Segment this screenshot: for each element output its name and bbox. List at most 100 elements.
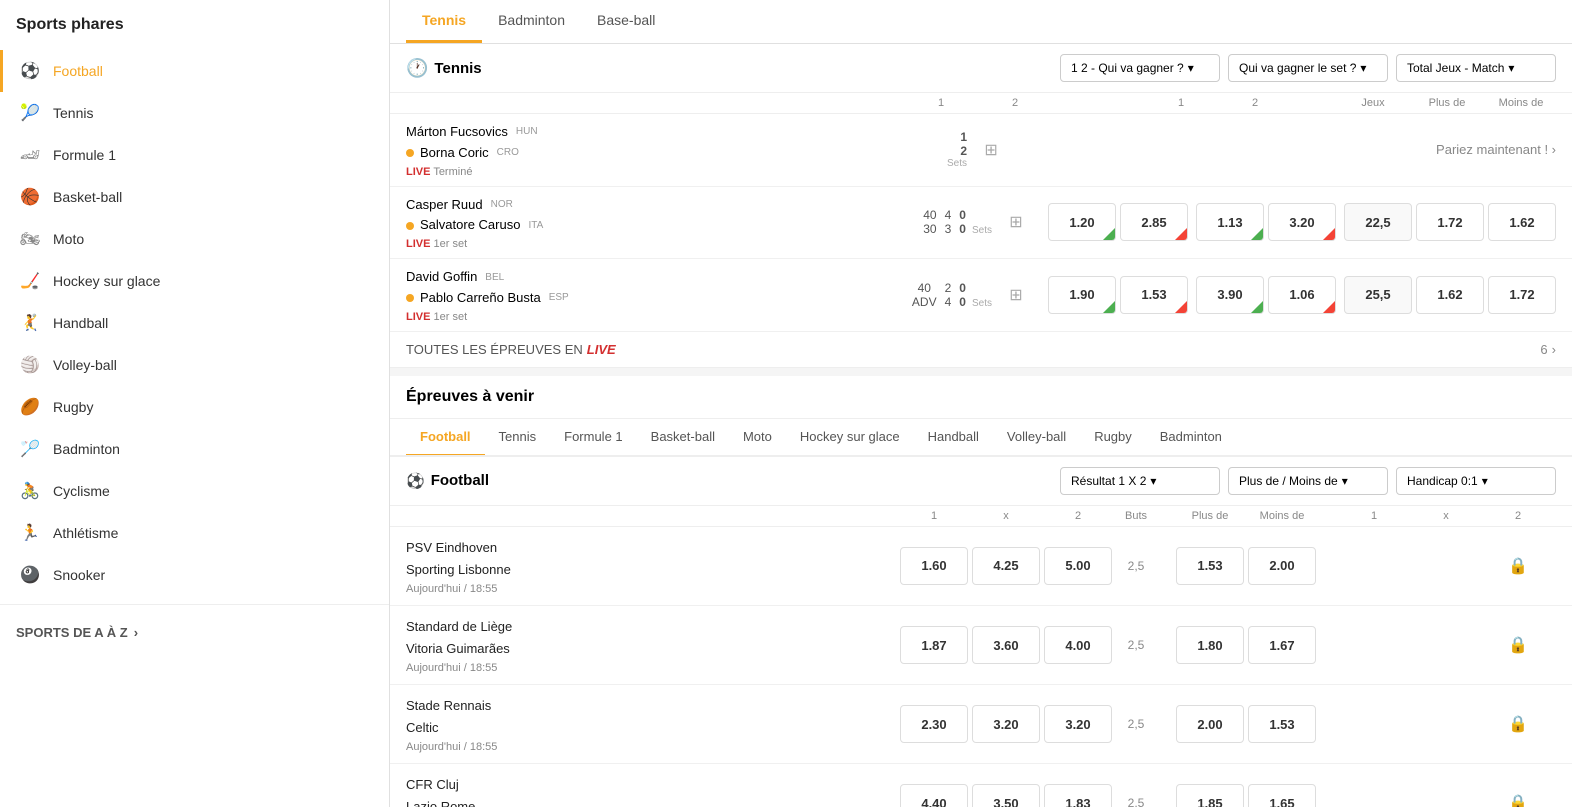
formule1-icon: 🏎 <box>19 144 41 166</box>
football-odds-x[interactable]: 3.50 <box>972 784 1040 807</box>
football-match-row: Stade Rennais Celtic Aujourd'hui / 18:55… <box>390 685 1572 764</box>
col-plusde: Plus de <box>1412 97 1482 109</box>
chevron-right-icon: › <box>1552 142 1556 157</box>
sidebar-item-label: Basket-ball <box>53 189 122 205</box>
lock-icon: 🔒 <box>1508 793 1528 807</box>
tennis-odds-set1[interactable]: 1.13 <box>1196 203 1264 241</box>
tennis-tab-base-ball[interactable]: Base-ball <box>581 0 671 43</box>
sidebar-item-football[interactable]: ⚽ Football <box>0 50 389 92</box>
chevron-down-icon: ▾ <box>1482 474 1488 488</box>
stats-icon[interactable]: ⊞ <box>975 140 1007 160</box>
sidebar: Sports phares ⚽ Football 🎾 Tennis 🏎 Form… <box>0 0 390 807</box>
sidebar-item-formule1[interactable]: 🏎 Formule 1 <box>0 134 389 176</box>
sidebar-item-badminton[interactable]: 🏸 Badminton <box>0 428 389 470</box>
pariez-link[interactable]: Pariez maintenant ! › <box>1015 142 1556 157</box>
football-plus[interactable]: 1.80 <box>1176 626 1244 664</box>
chevron-right-icon: › <box>134 625 138 640</box>
football-odds-1[interactable]: 1.87 <box>900 626 968 664</box>
tennis-odds-2[interactable]: 2.85 <box>1120 203 1188 241</box>
football-moins[interactable]: 1.53 <box>1248 705 1316 743</box>
team1: CFR Cluj <box>406 774 896 796</box>
stats-icon[interactable]: ⊞ <box>1000 285 1032 305</box>
football-plus[interactable]: 2.00 <box>1176 705 1244 743</box>
football-plus[interactable]: 1.85 <box>1176 784 1244 807</box>
sidebar-item-tennis[interactable]: 🎾 Tennis <box>0 92 389 134</box>
football-odds-1[interactable]: 1.60 <box>900 547 968 585</box>
sidebar-item-label: Snooker <box>53 567 105 583</box>
stats-icon[interactable]: ⊞ <box>1000 212 1032 232</box>
player1: Márton Fucsovics HUN <box>406 122 947 143</box>
football-filter3[interactable]: Handicap 0:1 ▾ <box>1396 467 1556 495</box>
team2: Lazio Rome <box>406 796 896 807</box>
sport-tab-rugby[interactable]: Rugby <box>1080 419 1146 457</box>
sidebar-item-rugby[interactable]: 🏉 Rugby <box>0 386 389 428</box>
sidebar-item-cyclisme[interactable]: 🚴 Cyclisme <box>0 470 389 512</box>
sport-tab-football[interactable]: Football <box>406 419 485 457</box>
pm-odds: 1.85 1.65 <box>1156 784 1336 807</box>
rugby-icon: 🏉 <box>19 396 41 418</box>
handicap-odds: 🔒 <box>1336 556 1556 576</box>
sports-az-link[interactable]: SPORTS DE A À Z › <box>0 613 389 652</box>
tennis-filter2[interactable]: Qui va gagner le set ? ▾ <box>1228 54 1388 82</box>
football-odds-2[interactable]: 3.20 <box>1044 705 1112 743</box>
tennis-plus[interactable]: 1.62 <box>1416 276 1484 314</box>
col-buts: Buts <box>1116 510 1156 522</box>
football-odds-x[interactable]: 3.20 <box>972 705 1040 743</box>
sport-tab-hockey-sur-glace[interactable]: Hockey sur glace <box>786 419 914 457</box>
tennis-odds-set1[interactable]: 3.90 <box>1196 276 1264 314</box>
football-odds-1[interactable]: 2.30 <box>900 705 968 743</box>
tennis-odds-1[interactable]: 1.20 <box>1048 203 1116 241</box>
football-filter1[interactable]: Résultat 1 X 2 ▾ <box>1060 467 1220 495</box>
football-moins[interactable]: 2.00 <box>1248 547 1316 585</box>
sport-tab-basket-ball[interactable]: Basket-ball <box>637 419 729 457</box>
tennis-filter3[interactable]: Total Jeux - Match ▾ <box>1396 54 1556 82</box>
football-odds-2[interactable]: 4.00 <box>1044 626 1112 664</box>
sport-tab-badminton[interactable]: Badminton <box>1146 419 1236 457</box>
col-plus: Plus de <box>1176 510 1244 522</box>
tennis-moins[interactable]: 1.62 <box>1488 203 1556 241</box>
football-odds-1[interactable]: 4.40 <box>900 784 968 807</box>
tennis-tab-tennis[interactable]: Tennis <box>406 0 482 43</box>
sport-tab-moto[interactable]: Moto <box>729 419 786 457</box>
tennis-odds-set2[interactable]: 3.20 <box>1268 203 1336 241</box>
moto-icon: 🏍 <box>19 228 41 250</box>
football-odds-2[interactable]: 5.00 <box>1044 547 1112 585</box>
football-col-headers: 1 x 2 Buts Plus de Moins de 1 x 2 <box>390 506 1572 527</box>
football-moins[interactable]: 1.65 <box>1248 784 1316 807</box>
tennis-moins[interactable]: 1.72 <box>1488 276 1556 314</box>
team2: Celtic <box>406 717 896 739</box>
all-live-link[interactable]: TOUTES LES ÉPREUVES EN LIVE 6 › <box>390 332 1572 368</box>
football-plus[interactable]: 1.53 <box>1176 547 1244 585</box>
sport-tab-volley-ball[interactable]: Volley-ball <box>993 419 1080 457</box>
sidebar-item-volley[interactable]: 🏐 Volley-ball <box>0 344 389 386</box>
sidebar-item-athletisme[interactable]: 🏃 Athlétisme <box>0 512 389 554</box>
tennis-filter1[interactable]: 1 2 - Qui va gagner ? ▾ <box>1060 54 1220 82</box>
sidebar-item-basketball[interactable]: 🏀 Basket-ball <box>0 176 389 218</box>
football-moins[interactable]: 1.67 <box>1248 626 1316 664</box>
sidebar-item-moto[interactable]: 🏍 Moto <box>0 218 389 260</box>
sidebar-item-label: Handball <box>53 315 108 331</box>
pm-odds: 1.80 1.67 <box>1156 626 1336 664</box>
tennis-odds-1[interactable]: 1.90 <box>1048 276 1116 314</box>
tennis-odds-2[interactable]: 1.53 <box>1120 276 1188 314</box>
sport-tab-handball[interactable]: Handball <box>914 419 993 457</box>
sidebar-item-snooker[interactable]: 🎱 Snooker <box>0 554 389 596</box>
football-filter2[interactable]: Plus de / Moins de ▾ <box>1228 467 1388 495</box>
tennis-odds-12: 1.90 1.53 <box>1048 276 1188 314</box>
tennis-col-headers: 1 2 1 2 Jeux Plus de Moins de <box>390 93 1572 114</box>
sidebar-item-label: Athlétisme <box>53 525 118 541</box>
sidebar-item-hockey[interactable]: 🏒 Hockey sur glace <box>0 260 389 302</box>
col-2: 2 <box>980 97 1050 109</box>
tennis-odds-set2[interactable]: 1.06 <box>1268 276 1336 314</box>
sidebar-item-handball[interactable]: 🤾 Handball <box>0 302 389 344</box>
sport-tab-tennis[interactable]: Tennis <box>485 419 551 457</box>
tennis-icon: 🎾 <box>19 102 41 124</box>
football-odds-x[interactable]: 4.25 <box>972 547 1040 585</box>
col-h2: 2 <box>1484 510 1552 522</box>
match-time: Aujourd'hui / 18:55 <box>406 741 896 753</box>
football-odds-2[interactable]: 1.83 <box>1044 784 1112 807</box>
sport-tab-formule-1[interactable]: Formule 1 <box>550 419 637 457</box>
tennis-plus[interactable]: 1.72 <box>1416 203 1484 241</box>
tennis-tab-badminton[interactable]: Badminton <box>482 0 581 43</box>
football-odds-x[interactable]: 3.60 <box>972 626 1040 664</box>
